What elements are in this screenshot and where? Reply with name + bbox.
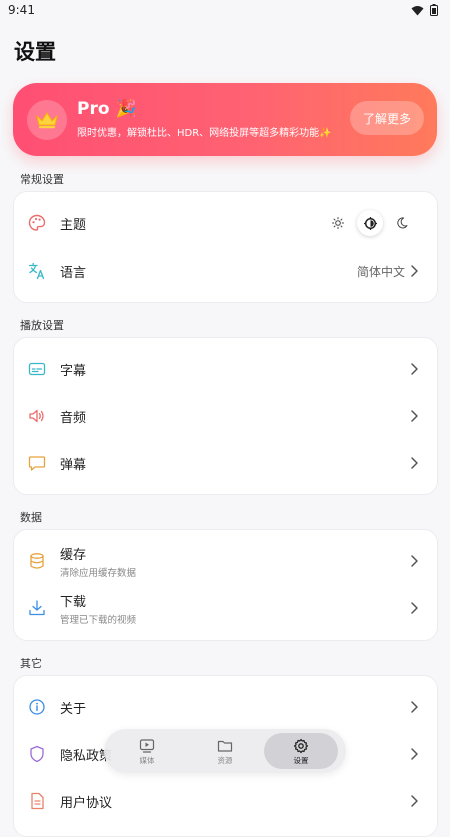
status-time: 9:41 <box>8 3 35 17</box>
subtitle-label: 字幕 <box>60 364 87 379</box>
nav-label-settings: 设置 <box>293 756 309 765</box>
agreement-label: 用户协议 <box>60 796 113 811</box>
playback-settings-card: 字幕 音频 弹幕 <box>13 337 438 495</box>
about-row[interactable]: 关于 <box>14 684 437 730</box>
battery-icon <box>430 4 438 16</box>
moon-icon <box>397 217 408 229</box>
comment-icon <box>28 454 46 472</box>
theme-row: 主题 <box>14 200 437 246</box>
document-icon <box>28 792 46 810</box>
chevron-right-icon <box>411 363 418 375</box>
data-settings-card: 缓存 清除应用缓存数据 下载 管理已下载的视频 <box>13 529 438 641</box>
audio-row[interactable]: 音频 <box>14 393 437 439</box>
speaker-icon <box>28 407 46 425</box>
chevron-right-icon <box>411 748 418 760</box>
status-icons <box>411 4 438 16</box>
cache-label: 缓存 <box>60 548 87 563</box>
danmaku-label: 弹幕 <box>60 458 87 473</box>
nav-label-media: 媒体 <box>139 756 155 765</box>
nav-item-settings[interactable]: 设置 <box>264 733 338 769</box>
download-row[interactable]: 下载 管理已下载的视频 <box>14 585 437 631</box>
translate-icon <box>28 262 46 280</box>
subtitle-icon <box>28 360 46 378</box>
theme-label: 主题 <box>60 218 87 233</box>
shield-icon <box>28 745 46 763</box>
crown-icon <box>36 112 58 129</box>
chevron-right-icon <box>411 555 418 567</box>
chevron-right-icon <box>411 795 418 807</box>
pro-description: 限时优惠，解锁杜比、HDR、网络投屏等超多精彩功能✨ <box>77 128 332 139</box>
theme-dark-option[interactable] <box>389 210 415 236</box>
chevron-right-icon <box>411 701 418 713</box>
subtitle-row[interactable]: 字幕 <box>14 346 437 392</box>
audio-label: 音频 <box>60 411 87 426</box>
download-label: 下载 <box>60 595 87 610</box>
nav-item-media[interactable]: 媒体 <box>110 733 184 769</box>
chevron-right-icon <box>411 457 418 469</box>
sun-icon <box>332 217 344 229</box>
chevron-right-icon <box>411 265 418 277</box>
page-title: 设置 <box>14 40 56 64</box>
general-settings-card: 主题 语言 简体中文 <box>13 191 438 303</box>
about-label: 关于 <box>60 702 87 717</box>
section-label-general: 常规设置 <box>20 173 64 186</box>
nav-item-resources[interactable]: 资源 <box>188 733 262 769</box>
cache-row[interactable]: 缓存 清除应用缓存数据 <box>14 538 437 584</box>
language-label: 语言 <box>60 266 87 281</box>
pro-crown-badge <box>27 100 67 140</box>
download-icon <box>28 599 46 617</box>
pro-banner[interactable]: Pro 🎉 限时优惠，解锁杜比、HDR、网络投屏等超多精彩功能✨ 了解更多 <box>13 83 437 156</box>
auto-theme-icon <box>363 216 377 230</box>
chevron-right-icon <box>411 602 418 614</box>
chevron-right-icon <box>411 410 418 422</box>
learn-more-button[interactable]: 了解更多 <box>350 101 424 135</box>
cache-description: 清除应用缓存数据 <box>60 568 137 579</box>
section-label-data: 数据 <box>20 511 42 524</box>
folder-icon <box>217 740 233 752</box>
status-bar: 9:41 <box>0 0 450 22</box>
theme-auto-option[interactable] <box>357 210 383 236</box>
section-label-other: 其它 <box>20 657 42 670</box>
language-row[interactable]: 语言 简体中文 <box>14 248 437 294</box>
pro-title: Pro 🎉 <box>77 99 137 119</box>
info-icon <box>28 698 46 716</box>
danmaku-row[interactable]: 弹幕 <box>14 440 437 486</box>
language-value: 简体中文 <box>356 265 405 279</box>
database-icon <box>28 552 46 570</box>
agreement-row[interactable]: 用户协议 <box>14 778 437 824</box>
theme-switch <box>325 210 415 236</box>
theme-light-option[interactable] <box>325 210 351 236</box>
nav-label-resources: 资源 <box>217 756 233 765</box>
palette-icon <box>28 214 46 232</box>
section-label-playback: 播放设置 <box>20 319 64 332</box>
media-icon <box>139 739 155 753</box>
gear-icon <box>293 738 309 754</box>
download-description: 管理已下载的视频 <box>60 615 137 626</box>
wifi-icon <box>411 5 424 15</box>
bottom-navigation: 媒体 资源 设置 <box>104 729 346 773</box>
